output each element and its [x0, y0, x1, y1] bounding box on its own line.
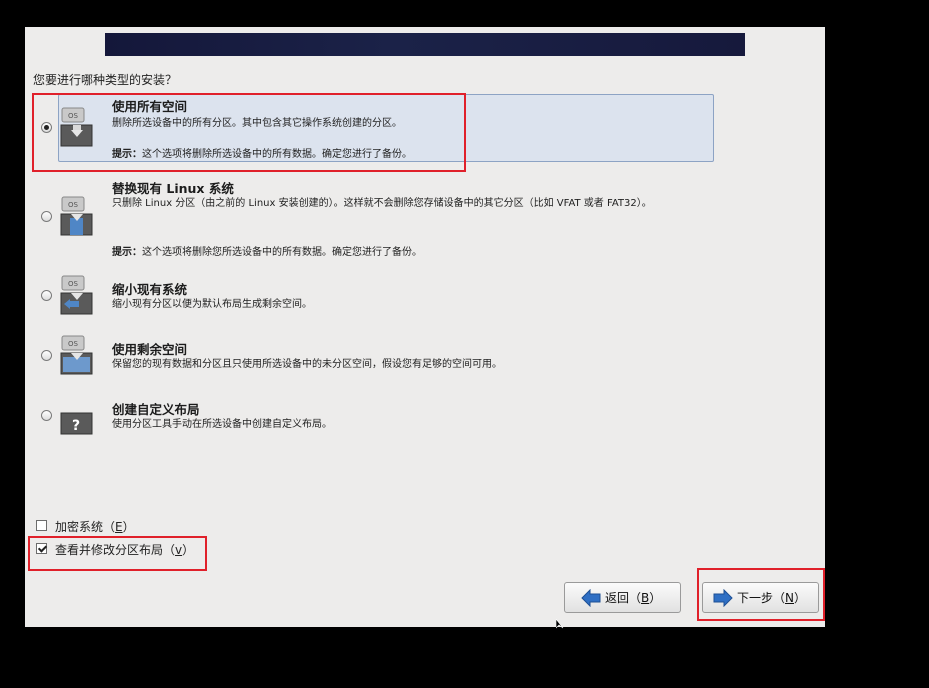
option-description: 保留您的现有数据和分区且只使用所选设备中的未分区空间，假设您有足够的空间可用。 — [112, 359, 502, 370]
back-mnemonic: B — [641, 590, 650, 605]
os-free-space-icon: OS — [60, 335, 93, 375]
review-layout-checkbox[interactable] — [36, 543, 47, 554]
back-label: 返回（ — [605, 591, 642, 605]
svg-text:?: ? — [72, 418, 80, 434]
hint-label: 提示： — [112, 149, 142, 160]
option-description: 只删除 Linux 分区（由之前的 Linux 安装创建的）。这样就不会删除您存… — [112, 198, 652, 209]
encrypt-system-checkbox[interactable] — [36, 520, 47, 531]
option-title: 使用剩余空间 — [112, 342, 188, 357]
hint-label: 提示： — [112, 247, 142, 258]
os-shrink-icon: OS — [60, 275, 93, 315]
option-title: 替换现有 Linux 系统 — [112, 181, 234, 196]
next-mnemonic: N — [785, 590, 794, 605]
arrow-right-icon — [713, 588, 733, 607]
hint-text: 这个选项将删除您所选设备中的所有数据。确定您进行了备份。 — [142, 247, 422, 258]
encrypt-label-text: 加密系统（ — [55, 520, 116, 534]
encrypt-system-label[interactable]: 加密系统（E） — [55, 518, 135, 535]
header-banner — [105, 33, 745, 56]
option-description: 使用分区工具手动在所选设备中创建自定义布局。 — [112, 419, 332, 430]
option-title: 缩小现有系统 — [112, 282, 188, 297]
back-button[interactable]: 返回（ B） — [564, 582, 681, 613]
radio-replace-linux[interactable] — [41, 211, 52, 222]
installer-window: 您要进行哪种类型的安装？ OS 使用所有空间 删除所选设备中的所有分区。其中包含… — [25, 27, 825, 627]
option-hint: 提示：这个选项将删除所选设备中的所有数据。确定您进行了备份。 — [112, 145, 412, 160]
hint-text: 这个选项将删除所选设备中的所有数据。确定您进行了备份。 — [142, 149, 412, 160]
os-replace-all-icon: OS — [60, 107, 93, 147]
review-layout-label[interactable]: 查看并修改分区布局（v） — [55, 541, 194, 558]
option-description: 缩小现有分区以便为默认布局生成剩余空间。 — [112, 299, 312, 310]
review-label-suffix: ） — [182, 543, 195, 557]
option-title: 创建自定义布局 — [112, 402, 200, 417]
option-title: 使用所有空间 — [112, 99, 188, 114]
next-label: 下一步（ — [737, 591, 786, 605]
os-replace-linux-icon: OS — [60, 196, 93, 236]
option-description: 删除所选设备中的所有分区。其中包含其它操作系统创建的分区。 — [112, 118, 402, 129]
svg-text:OS: OS — [68, 340, 79, 348]
encrypt-mnemonic: E — [115, 520, 123, 534]
option-hint: 提示：这个选项将删除您所选设备中的所有数据。确定您进行了备份。 — [112, 243, 422, 258]
next-suffix: ） — [794, 591, 807, 605]
radio-use-free-space[interactable] — [41, 350, 52, 361]
next-button[interactable]: 下一步（ N） — [702, 582, 819, 613]
review-label-text: 查看并修改分区布局（ — [55, 543, 176, 557]
encrypt-label-suffix: ） — [122, 520, 135, 534]
radio-shrink-system[interactable] — [41, 290, 52, 301]
install-type-question: 您要进行哪种类型的安装？ — [33, 73, 178, 87]
arrow-left-icon — [581, 588, 601, 607]
svg-text:OS: OS — [68, 280, 79, 288]
radio-use-all-space[interactable] — [41, 122, 52, 133]
radio-custom-layout[interactable] — [41, 410, 52, 421]
custom-layout-question-icon: ? — [60, 412, 93, 435]
svg-text:OS: OS — [68, 201, 79, 209]
back-suffix: ） — [649, 591, 662, 605]
mouse-cursor-icon — [556, 619, 564, 629]
svg-text:OS: OS — [68, 112, 79, 120]
